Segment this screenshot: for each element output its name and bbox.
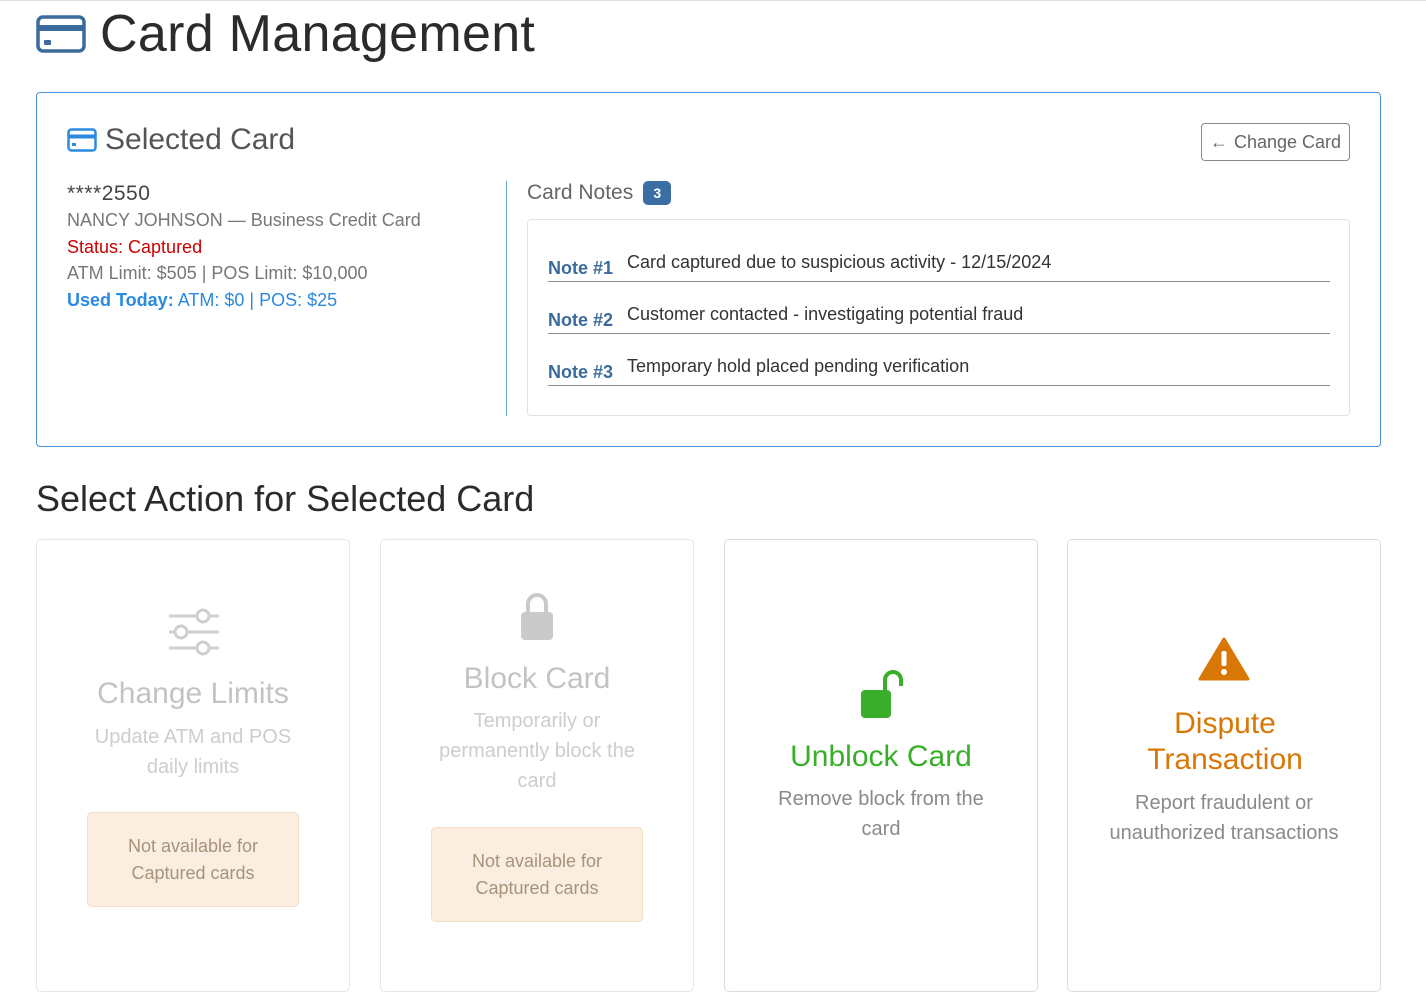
action-unblock-card[interactable]: Unblock Card Remove block from the card (724, 539, 1038, 992)
lock-icon (521, 593, 553, 640)
unlock-icon (861, 670, 903, 718)
card-number: ****2550 (67, 182, 151, 205)
notes-count-badge: 3 (643, 181, 672, 205)
card-holder: NANCY JOHNSON — Business Credit Card (67, 210, 421, 230)
action-description: Report fraudulent or unauthorized transa… (1109, 792, 1339, 844)
used-today-label: Used Today: (67, 289, 174, 310)
card-notes-list: Note #1 Card captured due to suspicious … (527, 219, 1350, 416)
action-block-card: Block Card Temporarily or permanently bl… (380, 539, 694, 992)
note-item: Note #2 Customer contacted - investigati… (548, 282, 1330, 334)
used-today-value: ATM: $0 | POS: $25 (177, 289, 338, 310)
action-title: Change Limits (97, 677, 289, 710)
vertical-divider (506, 181, 507, 416)
unavailable-notice: Not available for Captured cards (87, 812, 299, 907)
sliders-icon (169, 608, 219, 656)
page-header: Card Management (36, 4, 535, 64)
card-info: ****2550 NANCY JOHNSON — Business Credit… (67, 181, 497, 313)
note-text: Card captured due to suspicious activity… (627, 252, 1052, 272)
actions-heading: Select Action for Selected Card (36, 478, 535, 519)
action-title: Block Card (463, 662, 611, 695)
note-text: Temporary hold placed pending verificati… (627, 356, 970, 376)
top-divider (0, 0, 1426, 1)
action-dispute-transaction[interactable]: Dispute Transaction Report fraudulent or… (1067, 539, 1381, 992)
action-title: Dispute Transaction (1147, 707, 1303, 776)
action-change-limits: Change Limits Update ATM and POS daily l… (36, 539, 350, 992)
note-item: Note #3 Temporary hold placed pending ve… (548, 334, 1330, 386)
credit-card-icon (67, 128, 97, 152)
arrow-left-icon: ← (1209, 131, 1228, 152)
card-notes-title: Card Notes (527, 181, 634, 204)
change-card-button[interactable]: ← Change Card (1201, 123, 1350, 161)
warning-triangle-icon (1198, 637, 1250, 681)
action-description: Remove block from the card (778, 788, 984, 840)
credit-card-icon (36, 15, 86, 53)
note-text: Customer contacted - investigating poten… (627, 304, 1024, 324)
selected-card-panel: Selected Card ← Change Card ****2550 NAN… (36, 92, 1381, 447)
used-today: Used Today: ATM: $0 | POS: $25 (67, 287, 497, 314)
action-description: Temporarily or permanently block the car… (439, 710, 635, 792)
selected-card-title: Selected Card (105, 123, 296, 156)
action-title: Unblock Card (790, 740, 972, 773)
card-status: Status: Captured (67, 236, 203, 257)
action-description: Update ATM and POS daily limits (94, 726, 292, 778)
note-label: Note #2 (548, 310, 614, 330)
page-title: Card Management (100, 5, 536, 63)
change-card-label: Change Card (1233, 131, 1342, 152)
card-notes-heading: Card Notes 3 (527, 181, 672, 205)
note-label: Note #3 (548, 362, 614, 382)
card-limits: ATM Limit: $505 | POS Limit: $10,000 (67, 263, 368, 283)
unavailable-notice: Not available for Captured cards (431, 827, 643, 922)
note-label: Note #1 (548, 258, 614, 278)
note-item: Note #1 Card captured due to suspicious … (548, 230, 1330, 282)
selected-card-heading: Selected Card (67, 123, 295, 157)
